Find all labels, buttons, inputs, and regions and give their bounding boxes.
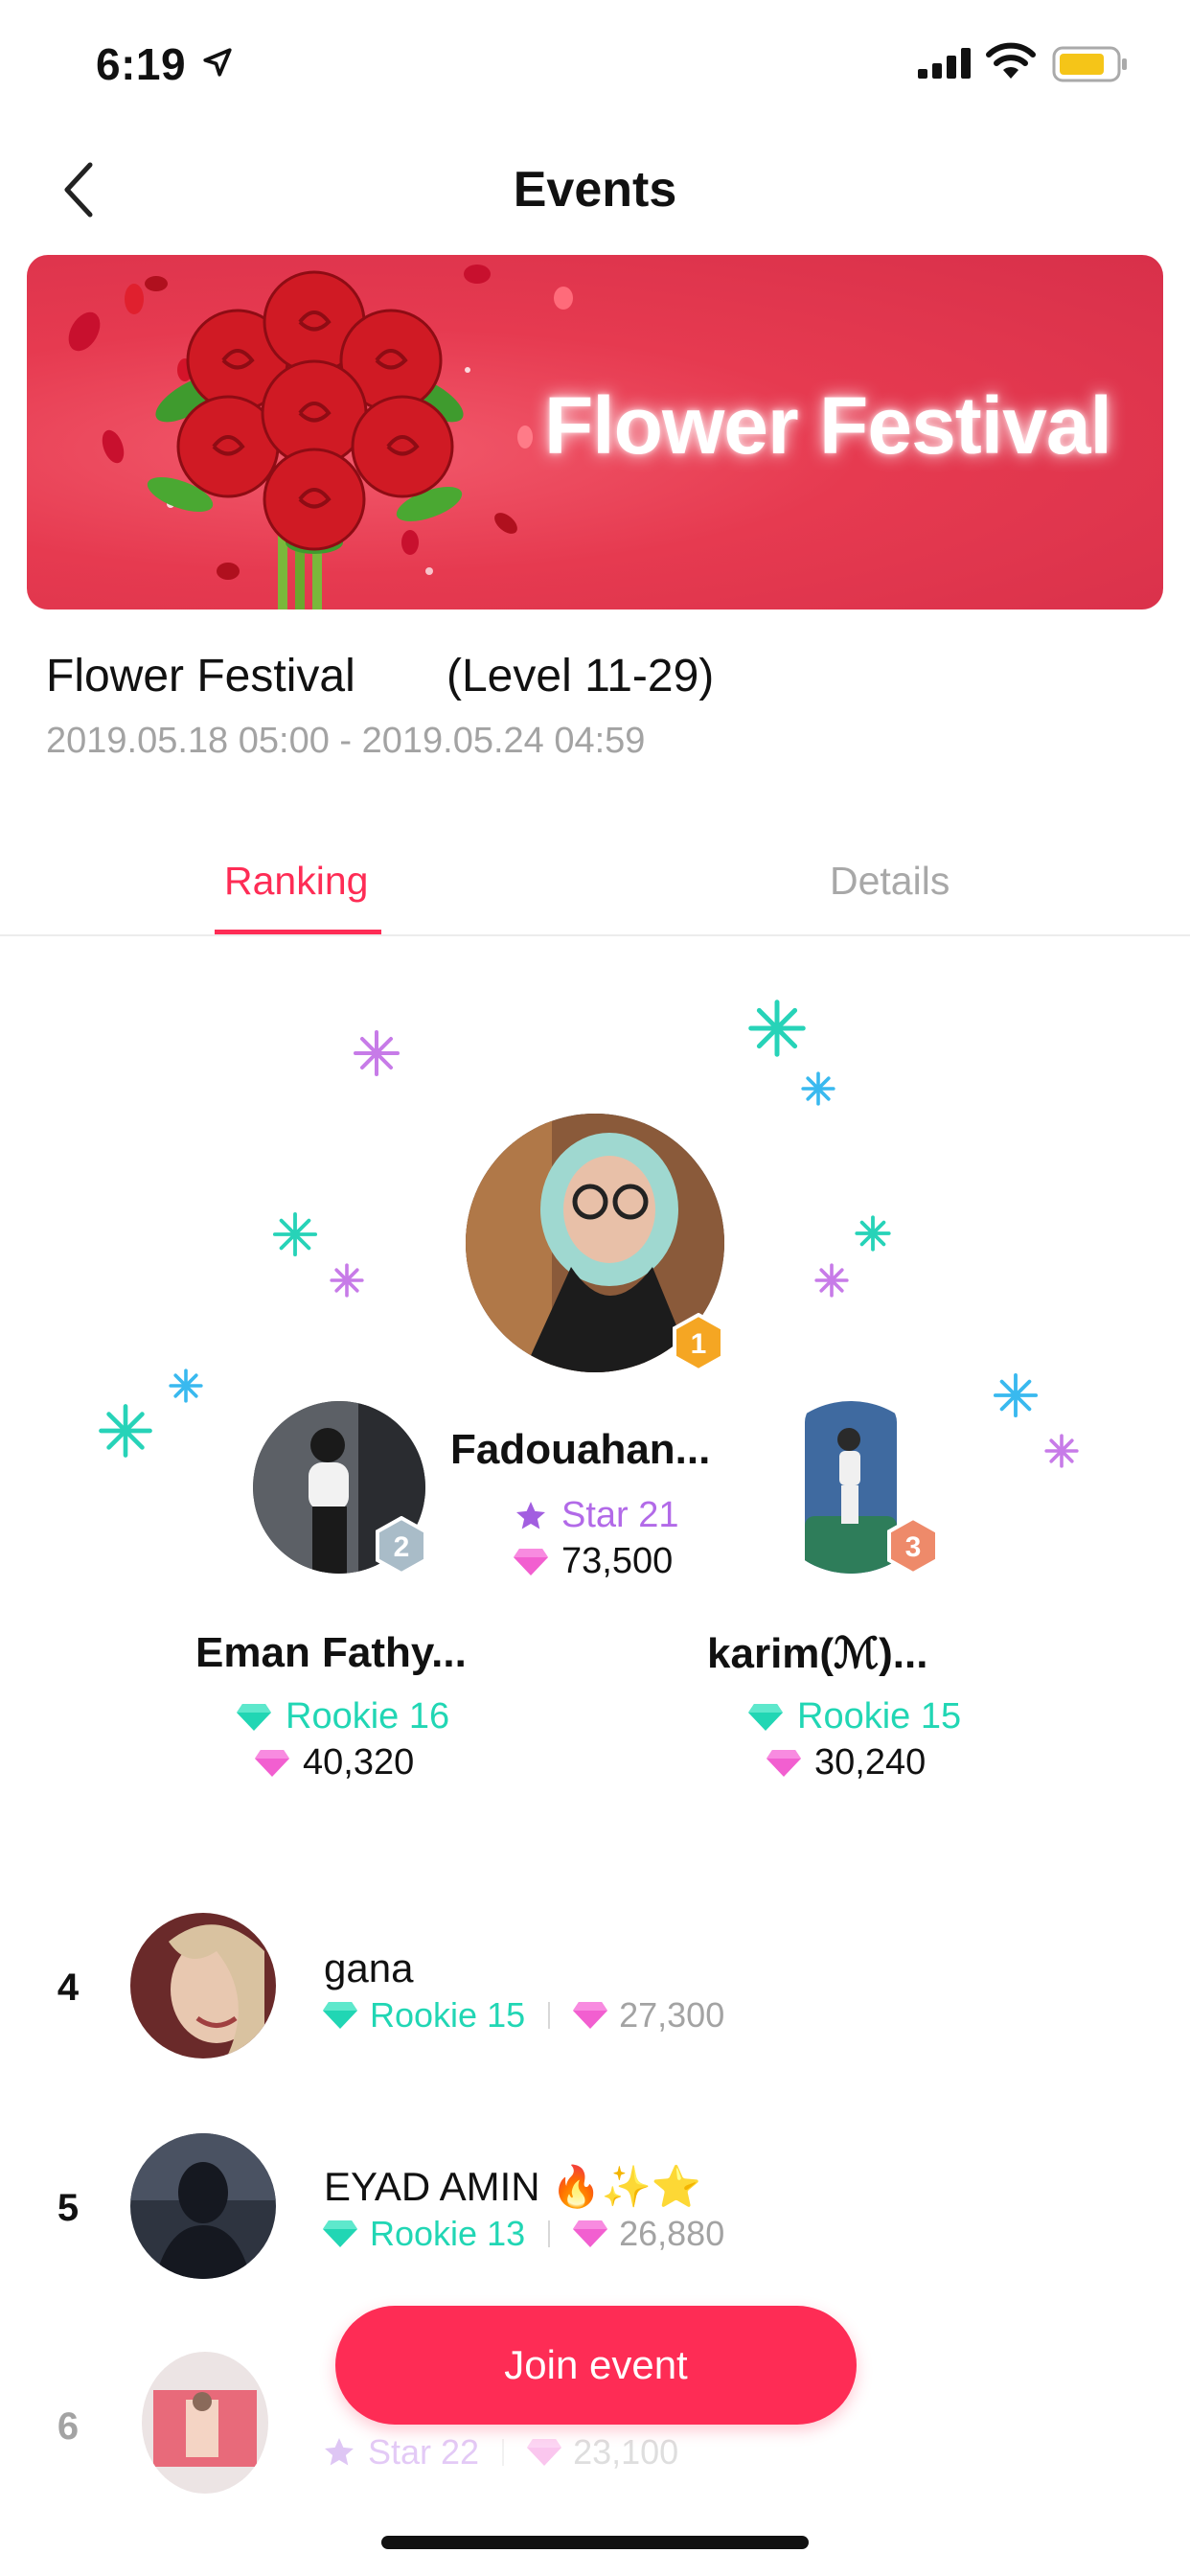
divider: [502, 2439, 505, 2466]
row-meta: Rookie 15 27,300: [322, 1995, 724, 2036]
diamond-gem-icon: [573, 2220, 608, 2247]
rank-badge-silver: 2: [376, 1516, 427, 1576]
row-level: Rookie 15: [370, 1995, 526, 2035]
wifi-icon: [986, 42, 1036, 79]
avatar[interactable]: [142, 2352, 268, 2494]
rank-1-score-value: 73,500: [561, 1541, 674, 1581]
sparkle-icon: [99, 1404, 152, 1458]
diamond-gem-icon: [767, 1749, 801, 1777]
rank-3-name[interactable]: karim(ℳ)...: [707, 1629, 927, 1678]
sparkle-icon: [354, 1030, 400, 1076]
row-score: 26,880: [619, 2214, 725, 2253]
row-rank: 5: [57, 2187, 80, 2229]
avatar-photo: [130, 1913, 276, 2058]
banner-title: Flower Festival: [544, 380, 1112, 471]
star-level-icon: [516, 1501, 545, 1529]
svg-text:1: 1: [691, 1328, 707, 1360]
event-dates: 2019.05.18 05:00 - 2019.05.24 04:59: [46, 721, 646, 761]
avatar[interactable]: [130, 2133, 276, 2279]
rookie-gem-icon: [323, 2002, 357, 2029]
sparkle-icon: [748, 1000, 806, 1057]
rookie-gem-icon: [323, 2220, 357, 2247]
rank-2-score: 40,320: [255, 1742, 414, 1783]
row-name: gana: [324, 1945, 414, 1990]
rookie-gem-icon: [237, 1703, 271, 1731]
rank-1-level: Star 21: [514, 1495, 679, 1536]
tab-divider: [0, 934, 1190, 936]
sparkle-icon: [814, 1263, 849, 1298]
rank-3-score-value: 30,240: [814, 1742, 927, 1782]
row-level: Star 22: [368, 2432, 480, 2472]
avatar-photo: [142, 2352, 268, 2494]
event-name: Flower Festival: [46, 651, 355, 702]
row-rank: 6: [57, 2405, 80, 2448]
status-time: 6:19: [96, 39, 187, 89]
diamond-gem-icon: [573, 2002, 608, 2029]
row-level: Rookie 13: [370, 2214, 526, 2253]
rank-badge-bronze: 3: [887, 1516, 939, 1576]
row-score: 27,300: [619, 1995, 725, 2035]
join-event-button[interactable]: Join event: [335, 2306, 857, 2425]
svg-text:2: 2: [394, 1531, 410, 1563]
rank-2-level: Rookie 16: [236, 1696, 449, 1737]
rank-3-score: 30,240: [767, 1742, 926, 1783]
sparkle-icon: [169, 1368, 203, 1403]
cellular-signal-icon: [918, 48, 971, 79]
sparkle-icon: [272, 1211, 318, 1257]
sparkle-icon: [1044, 1434, 1079, 1468]
divider: [548, 2002, 551, 2029]
event-banner[interactable]: Flower Festival: [27, 255, 1163, 610]
sparkle-icon: [330, 1263, 364, 1298]
row-rank: 4: [57, 1966, 80, 2009]
location-arrow-icon: [203, 48, 232, 77]
battery-icon: [1052, 46, 1127, 82]
rookie-gem-icon: [748, 1703, 783, 1731]
tab-details[interactable]: Details: [830, 859, 950, 904]
sparkle-icon: [993, 1372, 1039, 1418]
home-indicator: [381, 2536, 809, 2549]
rank-badge-gold: 1: [673, 1313, 724, 1372]
avatar-photo: [130, 2133, 276, 2279]
star-level-icon: [325, 2438, 354, 2466]
svg-text:3: 3: [905, 1531, 922, 1563]
row-name: EYAD AMIN 🔥✨⭐: [324, 2164, 702, 2209]
page-title: Events: [513, 162, 677, 218]
rank-1-level-label: Star 21: [561, 1495, 679, 1535]
rank-3-level-label: Rookie 15: [797, 1696, 962, 1736]
sparkle-icon: [855, 1215, 891, 1252]
rank-1-name[interactable]: Fadouahan...: [450, 1426, 710, 1474]
diamond-gem-icon: [527, 2439, 562, 2466]
rank-2-score-value: 40,320: [303, 1742, 415, 1782]
diamond-gem-icon: [255, 1749, 289, 1777]
row-score: 23,100: [573, 2432, 679, 2472]
event-level-range: (Level 11-29): [446, 651, 715, 702]
rank-3-level: Rookie 15: [747, 1696, 961, 1737]
divider: [548, 2220, 551, 2247]
diamond-gem-icon: [514, 1548, 548, 1576]
sparkle-icon: [801, 1071, 835, 1106]
avatar[interactable]: [130, 1913, 276, 2058]
tab-ranking[interactable]: Ranking: [224, 859, 368, 904]
row-meta: Rookie 13 26,880: [322, 2214, 724, 2254]
rank-1-score: 73,500: [514, 1541, 673, 1582]
rank-2-name[interactable]: Eman Fathy...: [195, 1629, 467, 1677]
row-meta: Star 22 23,100: [322, 2432, 678, 2472]
rank-2-level-label: Rookie 16: [286, 1696, 450, 1736]
